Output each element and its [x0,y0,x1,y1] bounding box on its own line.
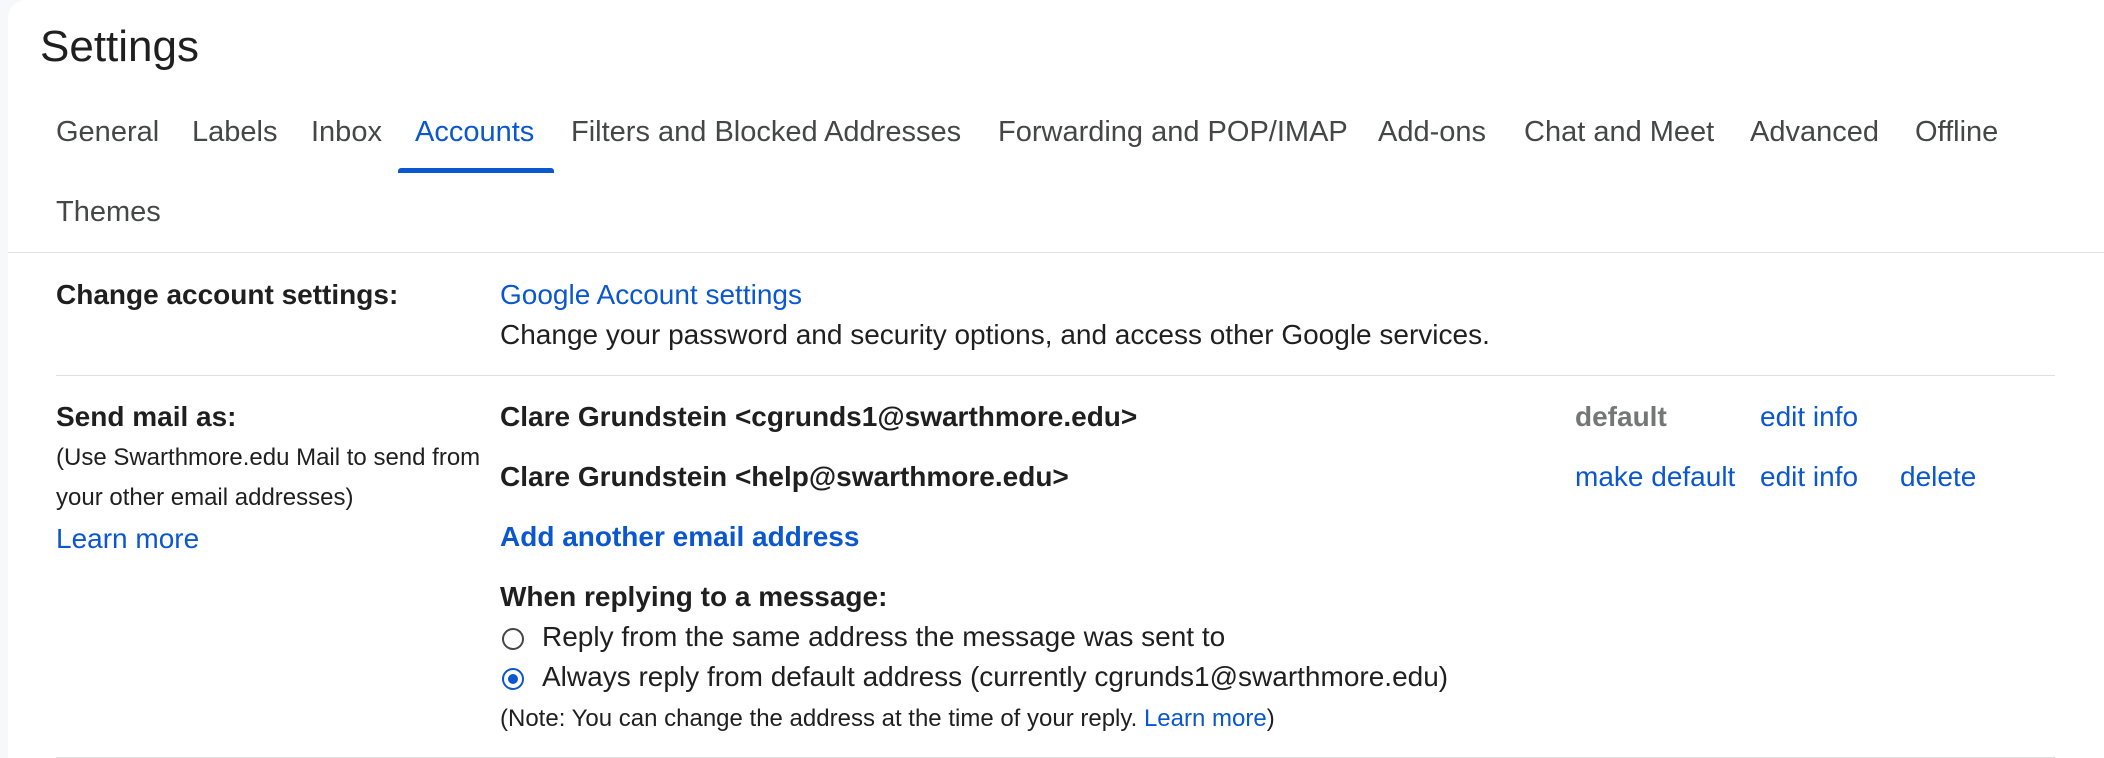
tab-forwarding-and-pop-imap[interactable]: Forwarding and POP/IMAP [998,116,1348,149]
reply-note: (Note: You can change the address at the… [500,705,1275,733]
tab-general[interactable]: General [56,116,159,149]
send-mail-as-help-line1: (Use Swarthmore.edu Mail to send from [56,444,481,471]
send-mail-as-help-line2: your other email addresses) [56,484,354,511]
add-another-email-address-link[interactable]: Add another email address [500,521,859,553]
tab-add-ons[interactable]: Add-ons [1378,116,1486,149]
change-account-settings-label: Change account settings: [56,279,399,310]
send-as-address-primary: Clare Grundstein <cgrunds1@swarthmore.ed… [500,401,1138,432]
tabs-divider [8,252,2104,253]
google-account-description: Change your password and security option… [500,319,1490,350]
reply-note-learn-more-link[interactable]: Learn more [1144,705,1267,732]
edit-info-link-secondary[interactable]: edit info [1760,461,1858,493]
tab-filters-and-blocked-addresses[interactable]: Filters and Blocked Addresses [571,116,961,149]
delete-address-link[interactable]: delete [1900,461,1976,493]
send-mail-as-label: Send mail as: [56,401,237,432]
default-status-label: default [1575,401,1667,432]
tab-advanced[interactable]: Advanced [1750,116,1879,149]
reply-note-text: (Note: You can change the address at the… [500,705,1144,732]
tab-accounts[interactable]: Accounts [415,116,534,149]
edit-info-link-primary[interactable]: edit info [1760,401,1858,433]
active-tab-indicator [398,168,554,173]
make-default-link[interactable]: make default [1575,461,1735,493]
send-mail-as-learn-more-link[interactable]: Learn more [56,523,199,555]
reply-note-close: ) [1266,705,1275,732]
tab-labels[interactable]: Labels [192,116,277,149]
reply-default-address-radio[interactable] [502,668,524,690]
reply-same-address-radio[interactable] [502,628,524,650]
row-divider [56,375,2055,376]
tab-inbox[interactable]: Inbox [311,116,382,149]
reply-heading: When replying to a message: [500,581,888,612]
tab-themes[interactable]: Themes [56,196,161,229]
google-account-settings-link[interactable]: Google Account settings [500,279,802,311]
tab-chat-and-meet[interactable]: Chat and Meet [1524,116,1714,149]
reply-same-address-label[interactable]: Reply from the same address the message … [542,621,1225,653]
page-title: Settings [40,22,199,71]
send-as-address-secondary: Clare Grundstein <help@swarthmore.edu> [500,461,1069,492]
reply-default-address-label[interactable]: Always reply from default address (curre… [542,661,1448,693]
tab-offline[interactable]: Offline [1915,116,1998,149]
